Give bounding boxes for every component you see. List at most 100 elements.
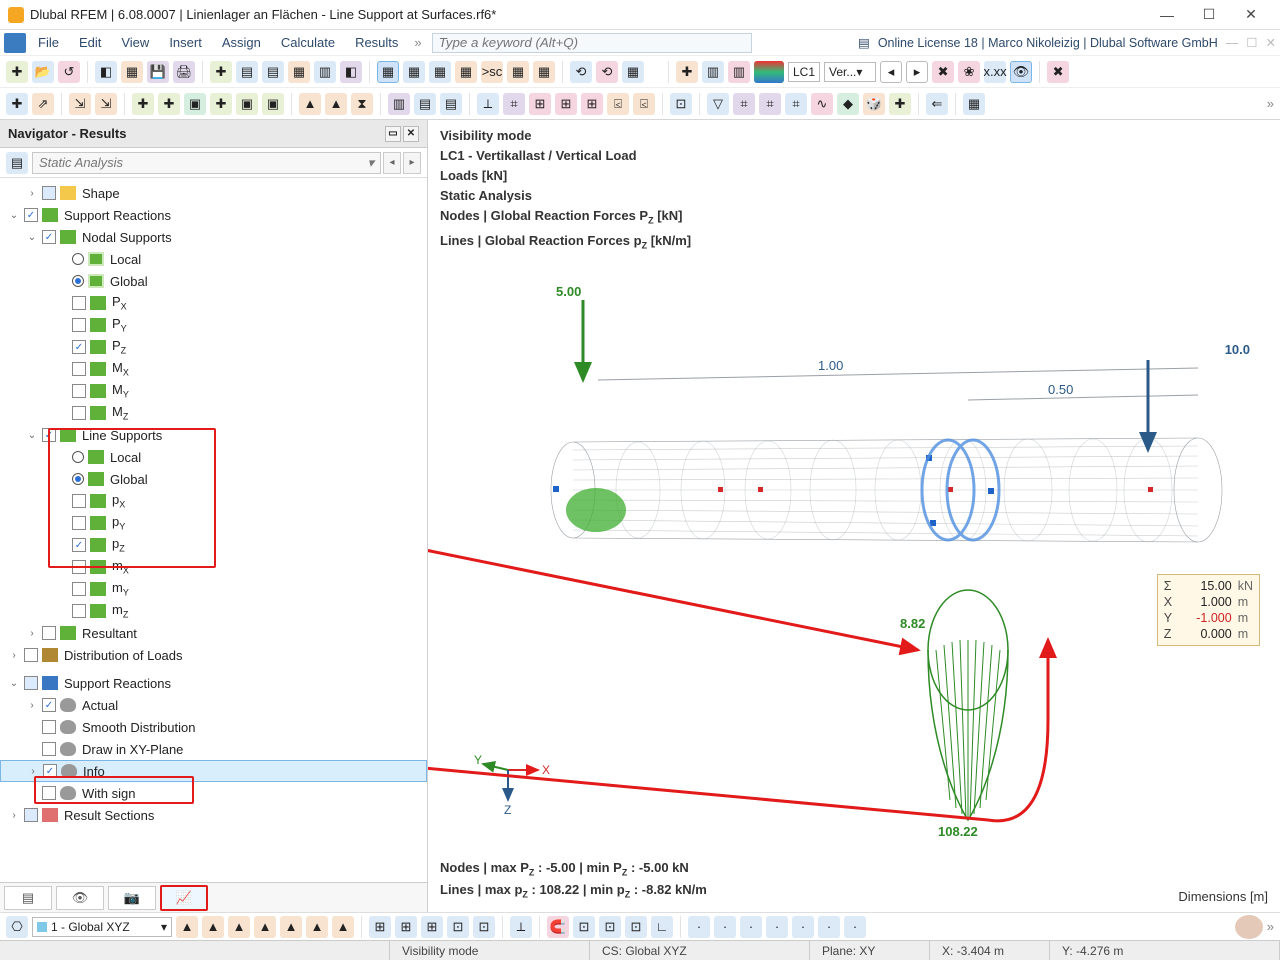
undo-icon[interactable]: ↺ [58,61,80,83]
tr2-v[interactable]: ⍃ [607,93,629,115]
bs-j[interactable]: ⊞ [395,916,417,938]
tr2-p[interactable]: ▤ [440,93,462,115]
tr2-ac[interactable]: ◆ [837,93,859,115]
tr2-e[interactable]: ✚ [132,93,154,115]
tree-info[interactable]: ›Info [0,760,427,782]
tree-nodal-pz[interactable]: PZ [0,336,427,358]
bs-p[interactable]: ⊡ [599,916,621,938]
save-icon[interactable]: 💾 [147,61,169,83]
tb-n[interactable]: ⟲ [596,61,618,83]
tree-nodal-mx[interactable]: MX [0,358,427,380]
avatar[interactable] [1235,915,1263,939]
tr2-s[interactable]: ⊞ [529,93,551,115]
tb-v[interactable]: 👁 [1010,61,1032,83]
tr2-ag[interactable]: ▦ [963,93,985,115]
menu-insert[interactable]: Insert [159,33,212,52]
bs-n[interactable]: ⟂ [510,916,532,938]
tree-nodal-my[interactable]: MY [0,380,427,402]
analysis-combo[interactable]: Static Analysis▾ [32,152,381,174]
tree-actual[interactable]: ›Actual [0,694,427,716]
tr2-f[interactable]: ✚ [158,93,180,115]
tree-drawxy[interactable]: Draw in XY-Plane [0,738,427,760]
tree-smooth[interactable]: Smooth Distribution [0,716,427,738]
print-icon[interactable]: 🖨 [173,61,195,83]
tree-line-px[interactable]: pX [0,490,427,512]
bs-k[interactable]: ⊞ [421,916,443,938]
tables-icon[interactable]: ▦ [377,61,399,83]
bs-t[interactable]: · [714,916,736,938]
bs-u[interactable]: · [740,916,762,938]
tr2-aa[interactable]: ⌗ [785,93,807,115]
bottom-overflow-icon[interactable]: » [1267,919,1274,934]
tr2-y[interactable]: ⌗ [733,93,755,115]
next-lc-button[interactable]: ▸ [906,61,928,83]
model-icon[interactable]: ◧ [95,61,117,83]
tree-result-sections[interactable]: ›Result Sections [0,804,427,826]
tree-line-mz[interactable]: mZ [0,600,427,622]
menu-calculate[interactable]: Calculate [271,33,345,52]
analysis-prev[interactable]: ◂ [383,152,401,174]
tree-nodal-mz[interactable]: MZ [0,402,427,424]
snap-icon[interactable]: 🧲 [547,916,569,938]
nav-tab-views[interactable]: 📷 [108,886,156,910]
tb-e[interactable]: ▥ [314,61,336,83]
tree-support-reactions[interactable]: ⌄Support Reactions [0,204,427,226]
menu-results[interactable]: Results [345,33,408,52]
tr2-i[interactable]: ▣ [236,93,258,115]
tb-m[interactable]: ⟲ [570,61,592,83]
tr2-b[interactable]: ⇗ [32,93,54,115]
tree-line-pz[interactable]: pZ [0,534,427,556]
prev-lc-button[interactable]: ◂ [880,61,902,83]
navigator-tree[interactable]: ›Shape ⌄Support Reactions ⌄Nodal Support… [0,178,427,882]
bs-m[interactable]: ⊡ [473,916,495,938]
tr2-x[interactable]: ⊡ [670,93,692,115]
tree-line-py[interactable]: pY [0,512,427,534]
tree-line-global[interactable]: Global [0,468,427,490]
grid-icon[interactable]: ▦ [121,61,143,83]
tr2-n[interactable]: ▥ [388,93,410,115]
bs-v[interactable]: · [766,916,788,938]
bs-y[interactable]: · [844,916,866,938]
tb-g[interactable]: ▦ [403,61,425,83]
bs-a[interactable]: ⎔ [6,916,28,938]
bs-h[interactable]: ▲ [332,916,354,938]
menu-overflow-icon[interactable]: » [414,35,421,50]
filter-icon[interactable]: ▽ [707,93,729,115]
close-button[interactable]: ✕ [1230,1,1272,29]
tb-h[interactable]: ▦ [429,61,451,83]
menu-file[interactable]: File [28,33,69,52]
tr2-m[interactable]: ⧗ [351,93,373,115]
tree-nodal-local[interactable]: Local [0,248,427,270]
nav-tab-data[interactable]: ▤ [4,886,52,910]
bs-d[interactable]: ▲ [228,916,250,938]
toolbar-overflow-icon[interactable]: » [1267,96,1274,111]
tb-j[interactable]: >sc [481,61,503,83]
tree-nodal-supports[interactable]: ⌄Nodal Supports [0,226,427,248]
tb-a[interactable]: ✚ [210,61,232,83]
tr2-o[interactable]: ▤ [414,93,436,115]
tr2-j[interactable]: ▣ [262,93,284,115]
menu-assign[interactable]: Assign [212,33,271,52]
tb-u[interactable]: x.xx [984,61,1006,83]
tr2-r[interactable]: ⌗ [503,93,525,115]
app-menu-icon[interactable] [4,33,26,53]
tree-nodal-py[interactable]: PY [0,314,427,336]
bs-c[interactable]: ▲ [202,916,224,938]
bs-s[interactable]: · [688,916,710,938]
bs-g[interactable]: ▲ [306,916,328,938]
tb-b[interactable]: ▤ [236,61,258,83]
menu-view[interactable]: View [111,33,159,52]
nav-tab-display[interactable]: 👁 [56,886,104,910]
loadcase-name-combo[interactable]: Ver... ▾ [824,62,876,82]
tb-l[interactable]: ▦ [533,61,555,83]
tb-p[interactable]: ✚ [676,61,698,83]
tr2-ad[interactable]: 🎲 [863,93,885,115]
tree-line-mx[interactable]: mX [0,556,427,578]
tree-line-my[interactable]: mY [0,578,427,600]
tb-k[interactable]: ▦ [507,61,529,83]
bs-f[interactable]: ▲ [280,916,302,938]
tr2-z[interactable]: ⌗ [759,93,781,115]
tr2-c[interactable]: ⇲ [69,93,91,115]
navigator-close-button[interactable]: ✕ [403,126,419,142]
tr2-q[interactable]: ⟂ [477,93,499,115]
